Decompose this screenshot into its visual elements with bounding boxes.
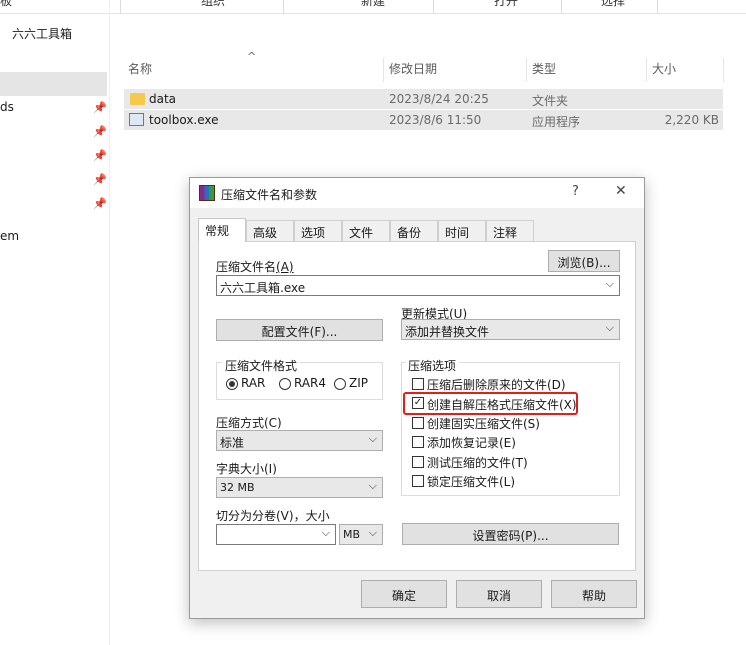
ribbon-strip: 板 组织 新建 打开 选择 [0,0,746,14]
tab-options[interactable]: 选项 [294,220,342,241]
ribbon-divider [433,0,434,14]
ribbon-label-organize[interactable]: 组织 [201,0,225,9]
radio-zip-label[interactable]: ZIP [349,376,368,390]
method-select[interactable]: 标准 ⌵ [216,430,383,451]
radio-rar-label[interactable]: RAR [241,376,265,390]
chevron-down-icon[interactable]: ⌵ [369,479,377,493]
help-button[interactable]: 帮助 [551,580,637,608]
column-separator[interactable] [646,58,647,82]
chevron-down-icon[interactable]: ⌵ [606,277,614,291]
column-header-name[interactable]: 名称 [128,60,152,82]
format-group-label: 压缩文件格式 [222,357,301,374]
pin-icon[interactable]: 📌 [93,101,107,114]
checkbox-create-sfx[interactable]: ✓ [412,397,424,409]
ok-button[interactable]: 确定 [361,580,447,608]
checkbox-create-sfx-label[interactable]: 创建自解压格式压缩文件(X) [427,396,577,413]
column-header-type[interactable]: 类型 [532,60,556,82]
split-size-input[interactable]: ⌵ [216,524,336,545]
pin-icon[interactable]: 📌 [93,197,107,210]
pin-icon[interactable]: 📌 [93,149,107,162]
winrar-logo-icon [199,185,215,201]
checkbox-test-label[interactable]: 测试压缩的文件(T) [427,454,528,471]
column-separator[interactable] [723,58,724,82]
options-group-label: 压缩选项 [405,357,460,374]
ribbon-divider [561,0,562,14]
ribbon-label-new[interactable]: 新建 [361,0,385,9]
archive-name-input[interactable]: 六六工具箱.exe ⌵ [216,275,620,296]
ribbon-label-select[interactable]: 选择 [601,0,625,9]
ribbon-divider [283,0,284,14]
checkbox-solid-label[interactable]: 创建固实压缩文件(S) [427,415,540,432]
checkbox-delete-after-label[interactable]: 压缩后删除原来的文件(D) [427,376,566,393]
radio-rar4[interactable] [279,378,291,390]
nav-selected-item[interactable] [0,72,107,96]
nav-item-label[interactable]: em [0,229,19,243]
method-value: 标准 [220,436,245,450]
pin-icon[interactable]: 📌 [93,125,107,138]
file-type: 文件夹 [532,94,569,108]
tab-comment[interactable]: 注释 [486,220,534,241]
file-modified: 2023/8/24 20:25 [389,92,489,106]
checkbox-recovery-label[interactable]: 添加恢复记录(E) [427,434,516,451]
ribbon-label-board[interactable]: 板 [0,0,12,9]
file-name: data [149,92,177,106]
checkbox-delete-after[interactable] [412,378,424,390]
checkbox-test[interactable] [412,456,424,468]
close-icon[interactable]: ✕ [615,183,627,199]
checkbox-recovery[interactable] [412,436,424,448]
split-unit-select[interactable]: MB ⌵ [339,524,383,545]
tab-general[interactable]: 常规 [198,218,246,242]
chevron-down-icon[interactable]: ⌵ [369,432,377,446]
ribbon-divider [120,0,121,14]
checkbox-lock[interactable] [412,475,424,487]
sort-arrow-icon: ^ [247,50,257,63]
file-size: 2,220 KB [664,113,719,127]
column-separator[interactable] [526,58,527,82]
dict-value: 32 MB [220,481,255,494]
checkbox-solid[interactable] [412,417,424,429]
chevron-down-icon[interactable]: ⌵ [322,526,330,540]
folder-icon [130,93,145,105]
radio-rar4-label[interactable]: RAR4 [294,376,326,390]
radio-zip[interactable] [334,378,346,390]
dict-label: 字典大小(I) [216,462,277,476]
archive-dialog: 压缩文件名和参数 ? ✕ 常规 高级 选项 文件 备份 时间 注释 压缩文件名(… [189,177,645,619]
archive-name-value: 六六工具箱.exe [220,281,306,295]
update-mode-select[interactable]: 添加并替换文件 ⌵ [401,319,620,340]
update-mode-value: 添加并替换文件 [405,325,490,339]
tab-backup[interactable]: 备份 [390,220,438,241]
split-label: 切分为分卷(V)，大小 [216,509,330,523]
checkbox-lock-label[interactable]: 锁定压缩文件(L) [427,473,515,490]
method-label: 压缩方式(C) [216,416,282,430]
ribbon-divider [657,0,658,14]
split-unit-value: MB [343,528,361,541]
chevron-down-icon[interactable]: ⌵ [369,526,377,540]
breadcrumb[interactable]: 六六工具箱 [12,25,72,42]
exe-file-icon [129,113,144,126]
column-header-size[interactable]: 大小 [652,60,676,82]
tab-advanced[interactable]: 高级 [246,220,294,241]
set-password-button[interactable]: 设置密码(P)... [402,523,619,545]
pin-icon[interactable]: 📌 [93,173,107,186]
file-type: 应用程序 [532,115,581,129]
nav-item-label[interactable]: ds [0,100,14,114]
ribbon-label-open[interactable]: 打开 [494,0,518,9]
file-name: toolbox.exe [149,113,219,127]
browse-button[interactable]: 浏览(B)... [548,250,620,272]
dialog-title: 压缩文件名和参数 [221,188,318,202]
cancel-button[interactable]: 取消 [456,580,542,608]
tab-time[interactable]: 时间 [438,220,486,241]
column-header-modified[interactable]: 修改日期 [389,60,437,82]
dict-select[interactable]: 32 MB ⌵ [216,477,383,498]
tab-files[interactable]: 文件 [342,220,390,241]
file-modified: 2023/8/6 11:50 [389,113,482,127]
chevron-down-icon[interactable]: ⌵ [606,321,614,335]
archive-name-label: 压缩文件名(A) [216,260,294,274]
help-icon[interactable]: ? [572,184,579,199]
column-separator[interactable] [383,58,384,82]
profiles-button[interactable]: 配置文件(F)... [216,319,383,341]
radio-rar[interactable] [226,378,238,390]
nav-divider [109,0,110,645]
